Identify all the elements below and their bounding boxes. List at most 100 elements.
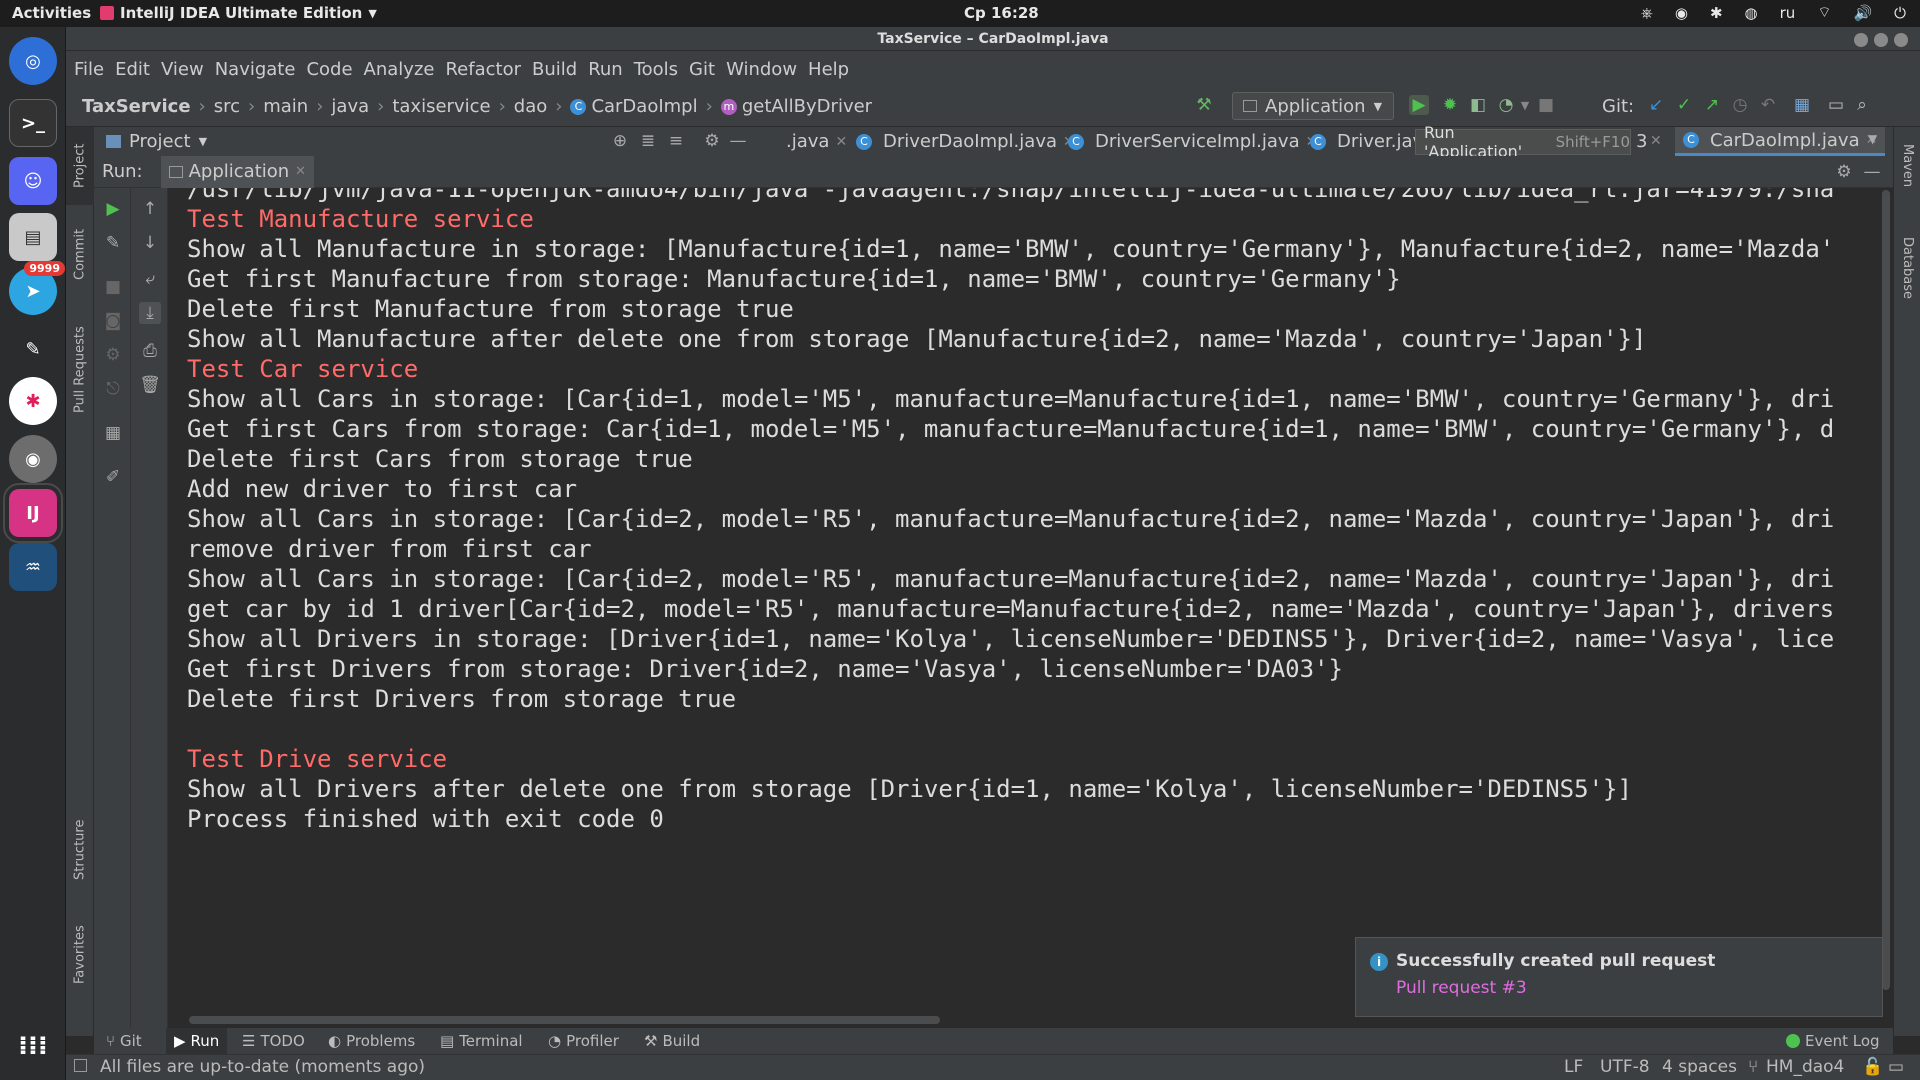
discord-tray-icon[interactable]: ◉ — [1675, 4, 1688, 22]
event-log-tab[interactable]: Event Log — [1786, 1028, 1880, 1054]
slack-tray-icon[interactable]: ✱ — [1710, 4, 1723, 22]
close-tab-icon[interactable]: ✕ — [835, 134, 847, 150]
minimize-icon[interactable] — [1854, 33, 1868, 47]
volume-icon[interactable]: 🔊 — [1853, 4, 1872, 22]
console-horizontal-scrollbar[interactable] — [189, 1016, 940, 1024]
chevron-down-icon[interactable]: ▼ — [1515, 95, 1535, 115]
status-message[interactable]: All files are up-to-date (moments ago) — [100, 1057, 425, 1077]
tool-tab-todo[interactable]: ☰ TODO — [242, 1028, 305, 1054]
hide-panel-icon[interactable]: — — [728, 131, 748, 151]
gear-icon[interactable]: ⚙ — [1834, 162, 1854, 182]
tool-tab-database[interactable]: Database — [1894, 223, 1920, 313]
camera-icon[interactable]: ◙ — [102, 310, 124, 332]
chromium-icon[interactable]: ◎ — [9, 37, 57, 85]
indent-setting[interactable]: 4 spaces — [1662, 1057, 1737, 1077]
chevron-down-icon[interactable]: ▼ — [199, 135, 207, 148]
breadcrumb-src[interactable]: src — [214, 96, 240, 117]
menu-help[interactable]: Help — [808, 59, 849, 80]
pin-icon[interactable]: ✐ — [102, 466, 124, 488]
debug-bug-icon[interactable]: ✹ — [1440, 95, 1460, 115]
pencil-app-icon[interactable]: ✎ — [9, 325, 57, 373]
tool-tab-run[interactable]: ▶ Run — [166, 1028, 228, 1054]
tool-tab-git[interactable]: ⑂ Git — [106, 1028, 142, 1054]
expand-all-icon[interactable]: ≣ — [638, 131, 658, 151]
menu-analyze[interactable]: Analyze — [364, 59, 435, 80]
menu-edit[interactable]: Edit — [115, 59, 150, 80]
editor-tab[interactable]: C DriverServiceImpl.java ✕ — [1068, 127, 1317, 156]
menu-refactor[interactable]: Refactor — [445, 59, 521, 80]
tool-tab-terminal[interactable]: ▤ Terminal — [440, 1028, 523, 1054]
run-configuration-select[interactable]: Application ▼ — [1232, 92, 1394, 120]
clock[interactable]: Ср 16:28 — [964, 4, 1039, 22]
tool-tab-structure[interactable]: Structure — [66, 807, 94, 893]
line-separator[interactable]: LF — [1564, 1057, 1583, 1077]
profile-icon[interactable]: ◔ — [1496, 95, 1516, 115]
layout-icon[interactable]: ▦ — [102, 422, 124, 444]
exit-icon[interactable]: ⎋ — [102, 378, 124, 400]
menu-file[interactable]: File — [74, 59, 104, 80]
rollback-icon[interactable]: ↶ — [1758, 95, 1778, 115]
tool-tab-favorites[interactable]: Favorites — [66, 909, 94, 1001]
build-hammer-icon[interactable]: ⚒ — [1194, 95, 1214, 115]
telegram-icon[interactable]: ➤ 9999 — [9, 261, 65, 315]
coverage-icon[interactable]: ◧ — [1468, 95, 1488, 115]
menu-window[interactable]: Window — [726, 59, 797, 80]
files-icon[interactable]: ▤ — [9, 213, 57, 261]
tool-tab-build[interactable]: ⚒ Build — [644, 1028, 700, 1054]
memory-indicator-icon[interactable]: ▭ — [1888, 1057, 1904, 1077]
tool-tab-profiler[interactable]: ◔ Profiler — [548, 1028, 619, 1054]
discord-icon[interactable]: ☺ — [9, 157, 57, 205]
search-icon[interactable]: ⌕ — [1852, 95, 1872, 115]
status-toggle-icon[interactable] — [74, 1059, 87, 1072]
mysql-workbench-icon[interactable]: ♒ — [9, 543, 57, 591]
tray-indicator-icon[interactable]: ⎈ — [1641, 4, 1653, 22]
activities-button[interactable]: Activities — [12, 4, 91, 22]
project-structure-icon[interactable]: ▦ — [1792, 95, 1812, 115]
menu-git[interactable]: Git — [689, 59, 715, 80]
wifi-icon[interactable]: ⌔ — [1817, 3, 1831, 22]
run-tab-application[interactable]: Application ✕ — [160, 155, 315, 188]
pull-request-link[interactable]: Pull request #3 — [1396, 978, 1527, 998]
breadcrumb-main[interactable]: main — [263, 96, 308, 117]
arrow-down-icon[interactable]: ↓ — [139, 232, 161, 254]
tool-tab-maven[interactable]: Maven — [1894, 131, 1920, 201]
camera-app-icon[interactable]: ◉ — [9, 435, 57, 483]
menu-code[interactable]: Code — [306, 59, 352, 80]
slack-icon[interactable]: ✱ — [9, 377, 57, 425]
locate-target-icon[interactable]: ⊕ — [610, 131, 630, 151]
console-vertical-scrollbar[interactable] — [1881, 188, 1893, 1016]
git-update-icon[interactable]: ↙ — [1646, 95, 1666, 115]
breadcrumb-project[interactable]: TaxService — [82, 96, 191, 117]
hide-panel-icon[interactable]: — — [1862, 162, 1882, 182]
close-tab-icon[interactable]: ✕ — [295, 164, 306, 179]
collapse-all-icon[interactable]: ≡ — [666, 131, 686, 151]
history-clock-icon[interactable]: ◷ — [1730, 95, 1750, 115]
scrollbar-thumb[interactable] — [1882, 190, 1890, 990]
settings-gear-icon[interactable]: ⚙ — [102, 344, 124, 366]
editor-tab[interactable]: C DriverDaoImpl.java ✕ — [856, 127, 1075, 156]
breadcrumb-dao[interactable]: dao — [514, 96, 547, 117]
git-branch[interactable]: HM_dao4 — [1766, 1057, 1844, 1077]
terminal-icon[interactable]: >_ — [9, 99, 57, 147]
rerun-icon[interactable]: ▶ — [102, 198, 124, 220]
show-apps-grid-icon[interactable]: ⁞⁞⁞ — [9, 1022, 57, 1070]
close-tab-icon[interactable]: ✕ — [1650, 133, 1662, 149]
editor-tab-active[interactable]: C CarDaoImpl.java ✕ — [1675, 127, 1886, 156]
breadcrumb-method[interactable]: m getAllByDriver — [720, 96, 872, 117]
tab-list-chevron-icon[interactable]: ▼ — [1868, 132, 1877, 146]
maximize-icon[interactable] — [1874, 33, 1888, 47]
run-button-icon[interactable]: ▶ — [1409, 95, 1429, 115]
app-menu[interactable]: IntelliJ IDEA Ultimate Edition ▼ — [100, 4, 377, 22]
soft-wrap-icon[interactable]: ⤶ — [139, 268, 161, 290]
tool-tab-project[interactable]: Project — [66, 127, 94, 205]
menu-run[interactable]: Run — [588, 59, 623, 80]
globe-tray-icon[interactable]: ◍ — [1745, 4, 1758, 22]
print-icon[interactable]: ⎙ — [139, 340, 161, 362]
tool-tab-problems[interactable]: ◐ Problems — [328, 1028, 415, 1054]
intellij-icon[interactable]: IJ — [3, 483, 63, 543]
power-icon[interactable]: ⏻ — [1894, 4, 1906, 22]
project-panel-title[interactable]: Project — [129, 131, 191, 152]
console-output[interactable]: /usr/lib/jvm/java-11-openjdk-amd64/bin/j… — [168, 188, 1881, 1016]
arrow-up-icon[interactable]: ↑ — [139, 198, 161, 220]
breadcrumb-taxiservice[interactable]: taxiservice — [392, 96, 490, 117]
